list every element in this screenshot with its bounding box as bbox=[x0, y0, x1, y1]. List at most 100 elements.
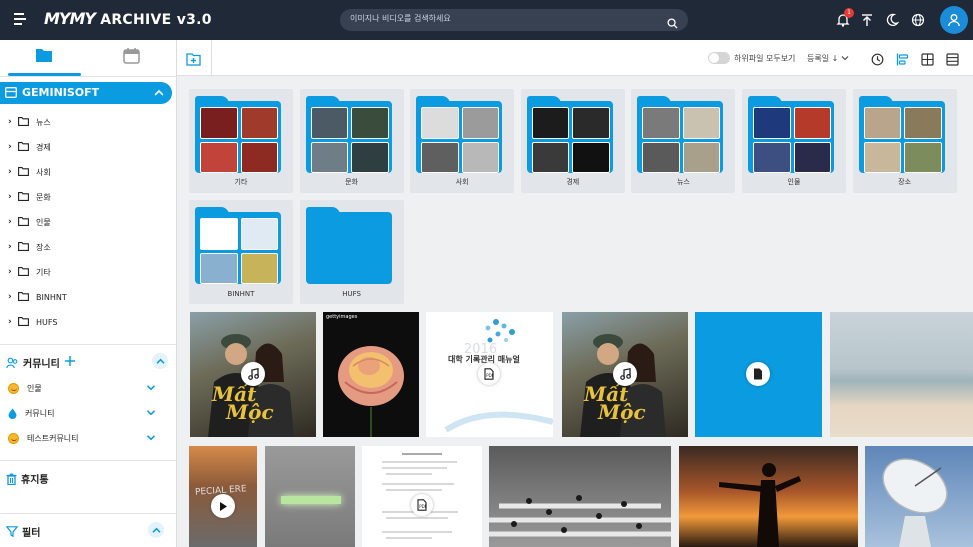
chevron-down-icon[interactable] bbox=[146, 384, 156, 393]
list-view-icon[interactable] bbox=[946, 51, 960, 66]
chevron-right-icon[interactable]: › bbox=[8, 217, 18, 227]
folder-icon bbox=[305, 207, 392, 284]
folder-outline-icon bbox=[18, 141, 30, 153]
app-logo[interactable]: MYMY ARCHIVE v3.0 bbox=[44, 9, 212, 28]
search-icon[interactable] bbox=[667, 14, 678, 33]
sidebar-folder-item[interactable]: › 장소 bbox=[8, 239, 51, 255]
pdf-file-icon[interactable]: PDF bbox=[478, 363, 500, 385]
user-avatar-button[interactable] bbox=[940, 6, 968, 34]
chevron-right-icon[interactable]: › bbox=[8, 192, 18, 202]
music-note-icon[interactable] bbox=[241, 362, 265, 386]
folder-thumbnail bbox=[421, 141, 459, 173]
media-tile-installation-image[interactable] bbox=[265, 446, 355, 547]
chevron-right-icon[interactable]: › bbox=[8, 242, 18, 252]
folder-icon bbox=[305, 96, 392, 173]
community-item[interactable]: 인물 bbox=[8, 383, 168, 394]
media-tile-audio[interactable]: Mất Mộc bbox=[190, 312, 316, 437]
dark-mode-icon[interactable] bbox=[885, 12, 901, 28]
folder-card[interactable]: 사회 bbox=[410, 89, 515, 193]
sidebar-folder-item[interactable]: › 사회 bbox=[8, 164, 51, 180]
toolbar-divider bbox=[211, 40, 212, 76]
media-tile-document-pdf[interactable]: 2016 대학 기록관리 매뉴얼 PDF bbox=[426, 312, 553, 437]
clock-view-icon[interactable] bbox=[871, 51, 885, 66]
chevron-up-icon[interactable] bbox=[154, 87, 164, 100]
folder-card[interactable]: 뉴스 bbox=[631, 89, 736, 193]
media-tile-audio-2[interactable]: Mất Mộc bbox=[562, 312, 688, 437]
satellite-dish-image bbox=[882, 458, 948, 547]
community-item[interactable]: 커뮤니티 bbox=[8, 408, 168, 419]
sidebar-folder-item[interactable]: › 경제 bbox=[8, 139, 51, 155]
folder-label: 인물 bbox=[787, 178, 801, 186]
media-tile-document-pdf-2[interactable]: PDF bbox=[362, 446, 482, 547]
folder-card[interactable]: 인물 bbox=[742, 89, 846, 193]
folder-card[interactable]: 장소 bbox=[852, 89, 957, 193]
chevron-right-icon[interactable]: › bbox=[8, 142, 18, 152]
filter-header[interactable]: 필터 bbox=[6, 524, 40, 539]
play-icon[interactable] bbox=[211, 494, 235, 518]
sidebar-folder-item[interactable]: › 기타 bbox=[8, 264, 51, 280]
folder-tab-icon[interactable] bbox=[35, 47, 53, 65]
community-item[interactable]: 테스트커뮤니티 bbox=[8, 433, 168, 444]
media-tile-file[interactable] bbox=[695, 312, 822, 437]
toolbar: 하위파일 모두보기 등록일 ↓ bbox=[177, 40, 973, 76]
pdf-file-icon[interactable]: PDF bbox=[411, 494, 433, 516]
sort-dropdown[interactable]: 등록일 ↓ bbox=[807, 53, 849, 64]
trash-item[interactable]: 휴지통 bbox=[6, 471, 49, 486]
folder-card[interactable]: HUFS bbox=[299, 200, 404, 304]
folder-thumbnail bbox=[793, 141, 831, 173]
media-tile-crosswalk-image[interactable] bbox=[489, 446, 671, 547]
new-folder-icon[interactable] bbox=[186, 51, 201, 66]
calendar-tab-icon[interactable] bbox=[123, 47, 141, 65]
chevron-down-icon[interactable] bbox=[146, 409, 156, 418]
folder-card[interactable]: 문화 bbox=[299, 89, 404, 193]
sidebar-folder-item[interactable]: › 뉴스 bbox=[8, 114, 51, 130]
sidebar-folder-item[interactable]: › 인물 bbox=[8, 214, 51, 230]
crosswalk-image bbox=[489, 495, 671, 537]
folder-card[interactable]: BINHNT bbox=[189, 200, 293, 304]
community-header[interactable]: 커뮤니티 bbox=[6, 355, 76, 370]
media-tile-silhouette-image[interactable] bbox=[679, 446, 858, 547]
smile-emoji-icon bbox=[8, 383, 19, 394]
upload-icon[interactable] bbox=[860, 12, 876, 28]
media-tile-beach-image[interactable] bbox=[830, 312, 973, 437]
media-tile-video[interactable]: PECIAL ERE bbox=[189, 446, 257, 547]
folder-thumbnail bbox=[572, 107, 610, 139]
glow-shape bbox=[281, 496, 341, 504]
grid-view-icon[interactable] bbox=[921, 51, 935, 66]
bell-icon[interactable]: 1 bbox=[836, 8, 854, 28]
menu-icon[interactable] bbox=[14, 13, 26, 25]
sort-desc-arrow-icon[interactable]: ↓ bbox=[832, 54, 839, 63]
add-community-icon[interactable] bbox=[64, 355, 76, 370]
svg-text:PDF: PDF bbox=[419, 504, 427, 509]
folder-card[interactable]: 경제 bbox=[520, 89, 625, 193]
poster-title: Mất Mộc bbox=[212, 384, 274, 422]
trash-label: 휴지통 bbox=[21, 475, 49, 486]
folder-outline-icon bbox=[18, 116, 30, 128]
chevron-right-icon[interactable]: › bbox=[8, 317, 18, 327]
masonry-view-icon[interactable] bbox=[896, 51, 910, 66]
chevron-right-icon[interactable]: › bbox=[8, 267, 18, 277]
chevron-right-icon[interactable]: › bbox=[8, 167, 18, 177]
community-collapse-button[interactable] bbox=[152, 353, 168, 369]
sidebar-folder-item[interactable]: › 문화 bbox=[8, 189, 51, 205]
rose-image bbox=[338, 346, 404, 437]
search-input[interactable] bbox=[350, 14, 650, 23]
file-icon[interactable] bbox=[746, 362, 770, 386]
chevron-down-icon[interactable] bbox=[146, 434, 156, 443]
language-globe-icon[interactable] bbox=[911, 12, 927, 28]
media-tile-rose-image[interactable]: gettyimages bbox=[323, 312, 419, 437]
chevron-down-icon[interactable] bbox=[841, 54, 849, 63]
media-tile-satellite-dish-image[interactable] bbox=[865, 446, 973, 547]
chevron-right-icon[interactable]: › bbox=[8, 292, 18, 302]
show-subfiles-toggle[interactable] bbox=[708, 52, 730, 64]
group-header-geminisoft[interactable]: GEMINISOFT bbox=[0, 82, 172, 104]
folder-thumbnail bbox=[200, 107, 238, 139]
folder-card[interactable]: 기타 bbox=[189, 89, 293, 193]
music-note-icon[interactable] bbox=[613, 362, 637, 386]
chevron-right-icon[interactable]: › bbox=[8, 117, 18, 127]
sidebar-folder-label: 뉴스 bbox=[36, 117, 51, 127]
community-label: 테스트커뮤니티 bbox=[27, 434, 79, 443]
sidebar-folder-item[interactable]: › BINHNT bbox=[8, 289, 67, 305]
sidebar-folder-item[interactable]: › HUFS bbox=[8, 314, 57, 330]
filter-collapse-button[interactable] bbox=[148, 522, 164, 538]
